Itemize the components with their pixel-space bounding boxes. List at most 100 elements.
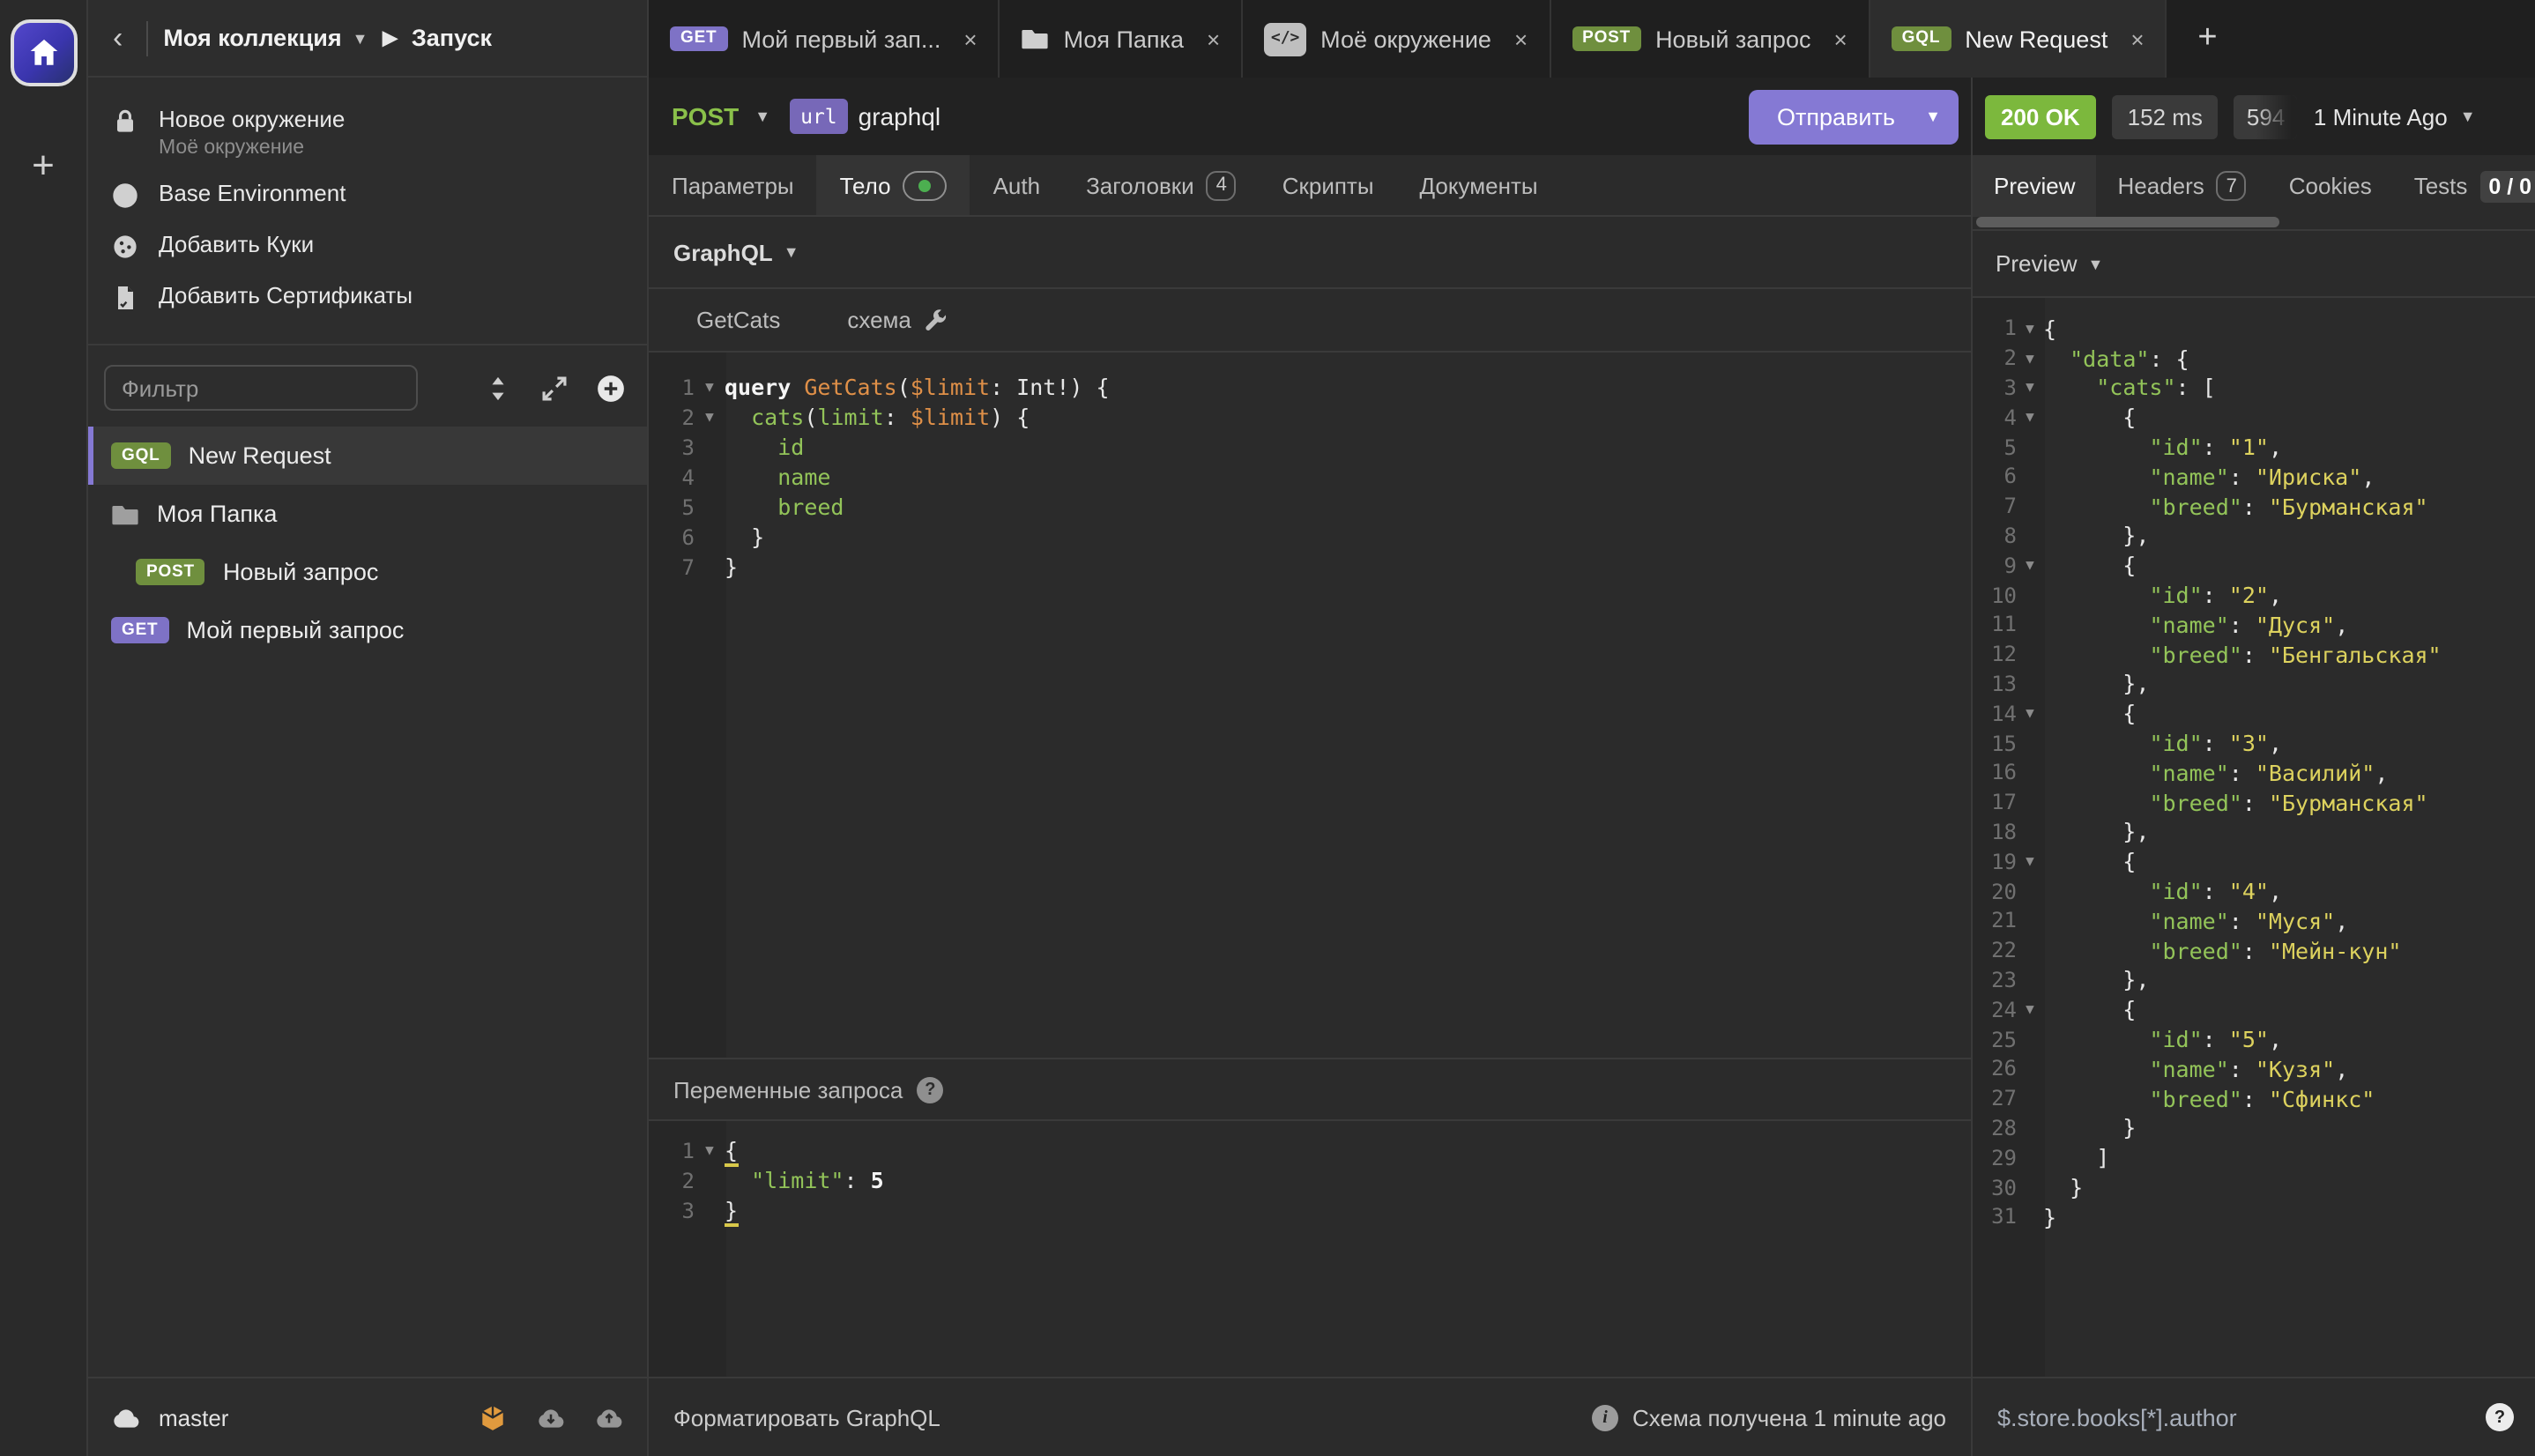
tab-moya-papka[interactable]: Моя Папка × xyxy=(1000,0,1244,78)
history-value: 1 Minute Ago xyxy=(2314,103,2448,130)
scrollbar-thumb[interactable] xyxy=(1976,217,2279,227)
fold-toggle-icon[interactable]: ▼ xyxy=(2017,321,2043,337)
package-icon[interactable] xyxy=(478,1402,508,1432)
filter-input[interactable] xyxy=(104,365,418,411)
api-client-window: + ‹ Моя коллекция ▼ ▶ Запуск Новое окруж… xyxy=(0,0,2535,1456)
method-select[interactable]: POST ▼ xyxy=(672,102,770,130)
fold-toggle-icon[interactable]: ▼ xyxy=(2017,853,2043,869)
code-text: "name": "Кузя", xyxy=(2043,1056,2348,1082)
sidebar-request-new-request[interactable]: GQL New Request xyxy=(88,427,647,485)
fold-toggle-icon[interactable]: ▼ xyxy=(695,409,725,425)
schema-button[interactable]: схема xyxy=(847,307,948,333)
line-number: 25 xyxy=(1973,1027,2017,1051)
cloud-upload-icon[interactable] xyxy=(594,1402,624,1432)
fold-toggle-icon[interactable]: ▼ xyxy=(2017,706,2043,722)
format-graphql-button[interactable]: Форматировать GraphQL xyxy=(673,1404,940,1430)
code-text: } xyxy=(725,553,738,580)
code-text: } xyxy=(2043,1115,2136,1141)
fold-toggle-icon[interactable]: ▼ xyxy=(695,1142,725,1158)
branch-name[interactable]: master xyxy=(159,1404,228,1430)
fold-toggle-icon[interactable]: ▼ xyxy=(695,379,725,395)
tab-moy-pervy-zapros[interactable]: GET Мой первый зап... × xyxy=(649,0,1000,78)
close-icon[interactable]: × xyxy=(2130,26,2144,52)
tab-moyo-okruzhenie[interactable]: </> Моё окружение × xyxy=(1243,0,1550,78)
tab-label: New Request xyxy=(1965,26,2108,52)
sidebar-request-novy-zapros[interactable]: POST Новый запрос xyxy=(88,543,647,601)
new-tab-button[interactable]: + xyxy=(2167,0,2249,78)
fold-toggle-icon[interactable]: ▼ xyxy=(2017,380,2043,396)
run-collection-button[interactable]: ▶ Запуск xyxy=(383,25,492,51)
tab-docs[interactable]: Документы xyxy=(1397,155,1561,215)
code-line: 13 }, xyxy=(1973,669,2535,699)
tab-tests[interactable]: Tests 0 / 0 xyxy=(2393,155,2535,217)
send-button[interactable]: Отправить ▼ xyxy=(1749,89,1959,144)
close-icon[interactable]: × xyxy=(1833,26,1847,52)
request-footer: Форматировать GraphQL i Схема получена 1… xyxy=(649,1377,1971,1456)
back-button[interactable]: ‹ xyxy=(106,20,130,56)
fold-toggle-icon[interactable]: ▼ xyxy=(2017,1001,2043,1017)
line-number: 31 xyxy=(1973,1205,2017,1229)
home-button[interactable] xyxy=(10,19,77,86)
tab-auth[interactable]: Auth xyxy=(970,155,1064,215)
code-line: 2▼ "data": { xyxy=(1973,344,2535,374)
fold-toggle-icon[interactable]: ▼ xyxy=(2017,558,2043,574)
graphql-query-editor[interactable]: 1▼query GetCats($limit: Int!) {2▼ cats(l… xyxy=(649,353,1971,1058)
tab-response-headers[interactable]: Headers 7 xyxy=(2097,155,2268,217)
duration-badge: 152 ms xyxy=(2112,94,2219,138)
close-icon[interactable]: × xyxy=(963,26,977,52)
sidebar-request-moy-pervy-zapros[interactable]: GET Мой первый запрос xyxy=(88,601,647,659)
url-input[interactable]: graphql xyxy=(859,102,940,130)
body-set-indicator xyxy=(903,170,948,200)
close-icon[interactable]: × xyxy=(1207,26,1220,52)
add-request-button[interactable] xyxy=(596,373,626,403)
body-type-select[interactable]: GraphQL ▼ xyxy=(649,217,1971,289)
folder-icon xyxy=(1022,25,1050,53)
tab-preview[interactable]: Preview xyxy=(1973,155,2097,217)
line-number: 1 xyxy=(1973,316,2017,341)
env-label: Base Environment xyxy=(159,180,346,206)
variables-editor[interactable]: 1▼{2 "limit": 53} xyxy=(649,1121,1971,1377)
fold-toggle-icon[interactable]: ▼ xyxy=(2017,410,2043,426)
code-text: "id": "4", xyxy=(2043,878,2282,904)
operation-name[interactable]: GetCats xyxy=(696,307,780,333)
sidebar-folder-moya-papka[interactable]: Моя Папка xyxy=(88,485,647,543)
code-text: { xyxy=(2043,553,2136,579)
left-rail: + xyxy=(0,0,88,1456)
sidebar-item-add-cookies[interactable]: Добавить Куки xyxy=(88,220,647,271)
code-text: "name": "Муся", xyxy=(2043,908,2348,934)
sidebar-item-base-environment[interactable]: Base Environment xyxy=(88,169,647,220)
tab-cookies[interactable]: Cookies xyxy=(2268,155,2393,217)
jsonpath-filter-input[interactable] xyxy=(1994,1402,2486,1432)
cloud-download-icon[interactable] xyxy=(536,1402,566,1432)
collection-title[interactable]: Моя коллекция xyxy=(163,25,341,51)
sort-button[interactable] xyxy=(483,373,513,403)
content-column: GET Мой первый зап... × Моя Папка × </> … xyxy=(649,0,2535,1456)
sidebar-item-add-certificates[interactable]: Добавить Сертификаты xyxy=(88,271,647,323)
close-icon[interactable]: × xyxy=(1514,26,1528,52)
sidebar-item-new-environment[interactable]: Новое окружение Моё окружение xyxy=(88,95,647,169)
divider xyxy=(145,20,147,56)
history-select[interactable]: 1 Minute Ago ▼ xyxy=(2314,103,2476,130)
line-number: 3 xyxy=(649,435,695,459)
tab-scripts[interactable]: Скрипты xyxy=(1260,155,1397,215)
help-icon[interactable]: ? xyxy=(917,1076,943,1103)
fold-toggle-icon[interactable]: ▼ xyxy=(2017,350,2043,366)
add-workspace-button[interactable]: + xyxy=(32,146,55,185)
line-number: 11 xyxy=(1973,613,2017,637)
env-label: Добавить Куки xyxy=(159,231,314,257)
tab-params[interactable]: Параметры xyxy=(649,155,817,215)
response-json-viewer[interactable]: 1▼{2▼ "data": {3▼ "cats": [4▼ {5 "id": "… xyxy=(1973,298,2535,1377)
tab-headers[interactable]: Заголовки 4 xyxy=(1063,155,1260,215)
view-mode-select[interactable]: Preview ▼ xyxy=(1973,231,2535,298)
code-text: id xyxy=(725,434,804,460)
tab-label: Моя Папка xyxy=(1064,26,1184,52)
code-line: 21 "name": "Муся", xyxy=(1973,906,2535,936)
tab-new-request[interactable]: GQL New Request × xyxy=(1870,0,2167,78)
tab-novy-zapros[interactable]: POST Новый запрос × xyxy=(1550,0,1870,78)
expand-all-button[interactable] xyxy=(539,373,569,403)
code-text: "name": "Дуся", xyxy=(2043,612,2348,638)
line-number: 16 xyxy=(1973,761,2017,785)
line-number: 30 xyxy=(1973,1175,2017,1200)
help-icon[interactable]: ? xyxy=(2486,1403,2514,1431)
tab-body[interactable]: Тело xyxy=(817,155,970,215)
